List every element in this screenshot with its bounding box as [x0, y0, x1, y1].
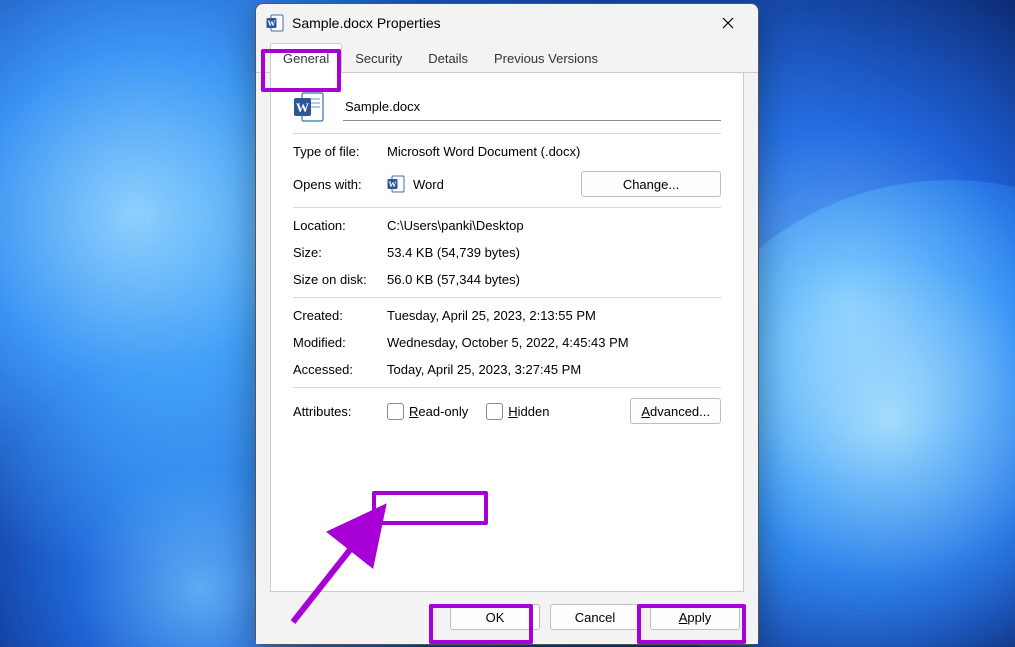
tab-general[interactable]: General: [270, 43, 342, 73]
window-title: Sample.docx Properties: [292, 15, 706, 31]
checkbox-icon: [387, 403, 404, 420]
svg-text:W: W: [389, 180, 397, 189]
value-type-of-file: Microsoft Word Document (.docx): [387, 144, 721, 159]
close-button[interactable]: [706, 8, 750, 38]
label-accessed: Accessed:: [293, 362, 387, 377]
titlebar: W Sample.docx Properties: [256, 4, 758, 42]
value-accessed: Today, April 25, 2023, 3:27:45 PM: [387, 362, 721, 377]
label-location: Location:: [293, 218, 387, 233]
svg-text:W: W: [296, 100, 309, 115]
value-opens-with: Word: [413, 177, 444, 192]
dialog-footer: OK Cancel Apply: [256, 592, 758, 644]
word-file-icon-large: W: [293, 91, 325, 123]
label-attributes: Attributes:: [293, 404, 387, 419]
ok-button[interactable]: OK: [450, 604, 540, 630]
label-type-of-file: Type of file:: [293, 144, 387, 159]
cancel-button[interactable]: Cancel: [550, 604, 640, 630]
value-modified: Wednesday, October 5, 2022, 4:45:43 PM: [387, 335, 721, 350]
tab-previous-versions[interactable]: Previous Versions: [481, 43, 611, 73]
word-file-icon: W: [266, 14, 284, 32]
label-opens-with: Opens with:: [293, 177, 387, 192]
value-created: Tuesday, April 25, 2023, 2:13:55 PM: [387, 308, 721, 323]
apply-button[interactable]: Apply: [650, 604, 740, 630]
readonly-label: Read-only: [409, 404, 468, 419]
value-size: 53.4 KB (54,739 bytes): [387, 245, 721, 260]
tab-strip: General Security Details Previous Versio…: [256, 42, 758, 73]
properties-dialog: W Sample.docx Properties General Securit…: [255, 3, 759, 645]
label-created: Created:: [293, 308, 387, 323]
change-button[interactable]: Change...: [581, 171, 721, 197]
advanced-button[interactable]: Advanced...: [630, 398, 721, 424]
readonly-checkbox[interactable]: Read-only: [387, 403, 468, 420]
tab-panel-general: W Type of file: Microsoft Word Document …: [270, 73, 744, 592]
label-size-on-disk: Size on disk:: [293, 272, 387, 287]
desktop-background: W Sample.docx Properties General Securit…: [0, 0, 1015, 647]
hidden-label: Hidden: [508, 404, 549, 419]
tab-security[interactable]: Security: [342, 43, 415, 73]
value-location: C:\Users\panki\Desktop: [387, 218, 721, 233]
hidden-checkbox[interactable]: Hidden: [486, 403, 549, 420]
label-modified: Modified:: [293, 335, 387, 350]
svg-text:W: W: [268, 19, 276, 28]
filename-input[interactable]: [343, 94, 721, 121]
label-size: Size:: [293, 245, 387, 260]
checkbox-icon: [486, 403, 503, 420]
value-size-on-disk: 56.0 KB (57,344 bytes): [387, 272, 721, 287]
word-app-icon: W: [387, 175, 405, 193]
tab-details[interactable]: Details: [415, 43, 481, 73]
